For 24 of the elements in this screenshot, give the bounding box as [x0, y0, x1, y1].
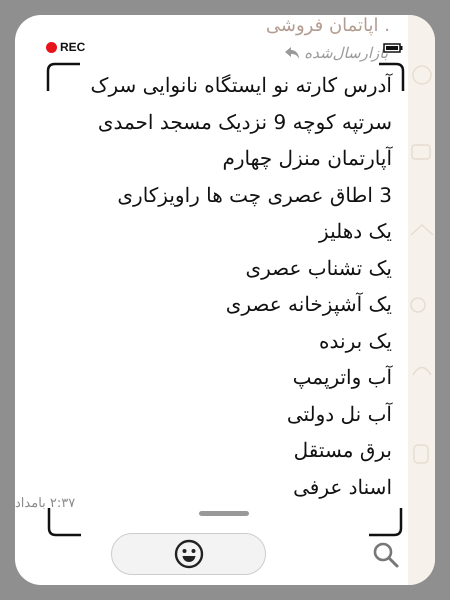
message-line: آب نل دولتی — [286, 400, 392, 428]
chat-title: . اپاتمان فروشی — [264, 15, 391, 37]
emoji-button[interactable] — [111, 533, 266, 575]
message-line: آب واترپمپ — [292, 364, 392, 391]
message-line: برق مستقل — [294, 437, 392, 464]
message-line: یک دهلیز — [319, 218, 392, 245]
smiley-icon — [174, 539, 204, 569]
forwarded-label: بازارسال‌شده — [304, 44, 388, 62]
frame-corner-icon — [368, 507, 404, 537]
message-line: یک برنده — [319, 328, 392, 355]
message-line: اسناد عرفی — [293, 474, 392, 501]
message-line: یک تشناب عصری — [245, 254, 392, 282]
message-line: آپارتمان منزل چهارم — [222, 145, 392, 172]
search-icon[interactable] — [372, 541, 400, 569]
recording-label: REC — [60, 40, 86, 54]
drag-handle[interactable] — [198, 511, 248, 516]
frame-corner-icon — [45, 62, 81, 92]
message-line: 3 اطاق عصری چت ها راویزکاری — [117, 182, 392, 209]
message-time: ۲:۳۷ بامداد — [15, 496, 76, 511]
message-line: سرتپه کوچه 9 نزدیک مسجد احمدی — [98, 108, 392, 136]
forward-arrow-icon — [284, 46, 300, 60]
message-line: یک آشپزخانه عصری — [226, 291, 392, 318]
frame-corner-icon — [46, 507, 82, 537]
message-line: آدرس کارته نو ایستگاه نانوایی سرک — [90, 72, 392, 99]
